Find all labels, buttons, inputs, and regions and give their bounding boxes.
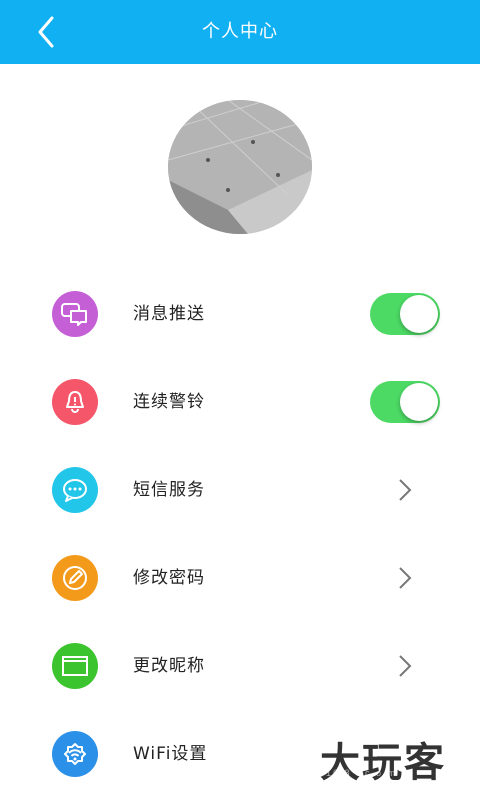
- toggle-knob: [400, 295, 438, 333]
- watermark-logo: 1 大玩客 16 8 . c o m: [296, 730, 466, 786]
- chevron-right-icon: [399, 479, 412, 501]
- window-icon: [52, 643, 98, 689]
- push-toggle[interactable]: [370, 293, 440, 335]
- top-bar: 个人中心: [0, 0, 480, 64]
- page-title: 个人中心: [202, 21, 278, 42]
- setting-row-alarm[interactable]: 连续警铃: [0, 358, 480, 447]
- setting-row-push[interactable]: 消息推送: [0, 270, 480, 359]
- setting-label: 短信服务: [133, 480, 205, 500]
- chat-bubbles-icon: [52, 291, 98, 337]
- setting-row-password[interactable]: 修改密码: [0, 534, 480, 623]
- watermark-url: 16 8 . c o m: [326, 768, 398, 778]
- setting-row-nickname[interactable]: 更改昵称: [0, 622, 480, 711]
- alarm-toggle[interactable]: [370, 381, 440, 423]
- message-dots-icon: [52, 467, 98, 513]
- pencil-icon: [52, 555, 98, 601]
- chevron-right-icon: [399, 655, 412, 677]
- setting-row-sms[interactable]: 短信服务: [0, 446, 480, 535]
- avatar[interactable]: [168, 100, 312, 234]
- setting-label: 修改密码: [133, 568, 205, 588]
- watermark-digits: 1: [296, 736, 313, 769]
- settings-list: 消息推送 连续警铃 短信服务 修改密码 更改昵称 WiFi设置: [0, 270, 480, 800]
- ceiling-photo-avatar: [168, 100, 312, 234]
- chevron-right-icon: [399, 567, 412, 589]
- setting-label: WiFi设置: [133, 744, 208, 764]
- toggle-knob: [400, 383, 438, 421]
- setting-label: 更改昵称: [133, 656, 205, 676]
- setting-label: 连续警铃: [133, 392, 205, 412]
- setting-label: 消息推送: [133, 304, 205, 324]
- wifi-gear-icon: [52, 731, 98, 777]
- watermark-text: 大玩客: [320, 740, 446, 786]
- bell-icon: [52, 379, 98, 425]
- profile-section: [0, 64, 480, 270]
